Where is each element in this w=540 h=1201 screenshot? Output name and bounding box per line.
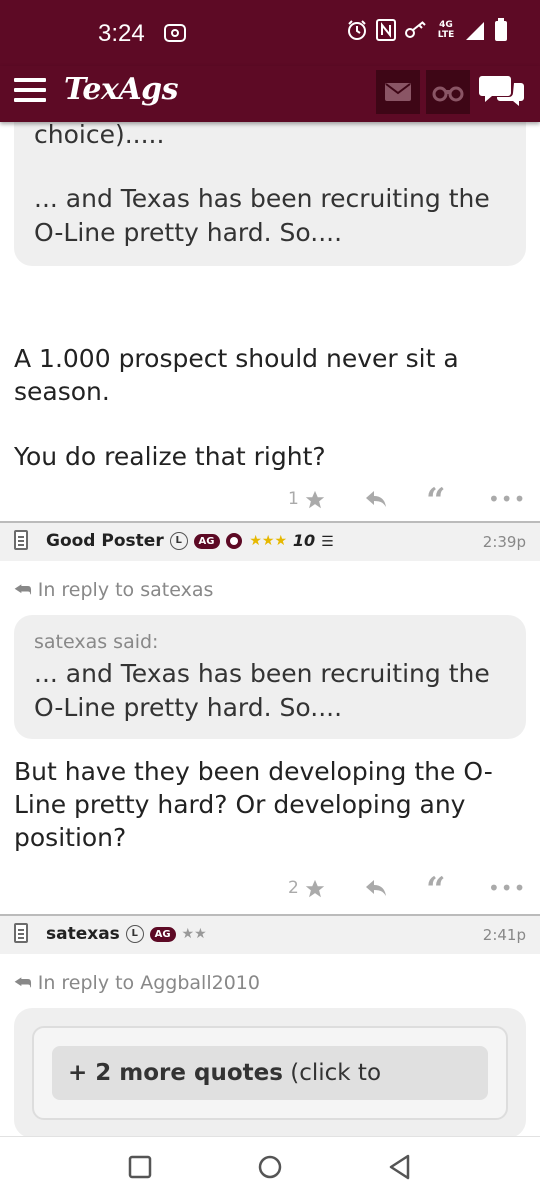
- post-actions: 2 “ •••: [0, 870, 540, 914]
- post-1: choice)..... ... and Texas has been recr…: [0, 122, 540, 525]
- more-quotes-button[interactable]: + 2 more quotes (click to: [52, 1046, 488, 1100]
- post-time: 2:41p: [482, 926, 526, 944]
- status-icons: 4G LTE: [346, 18, 508, 42]
- network-label: 4G LTE: [437, 20, 455, 40]
- notepad-icon: [14, 923, 28, 943]
- post-user-line: Good Poster L AG ★★★ 10 ☰: [46, 531, 334, 551]
- badge-ag: AG: [149, 926, 176, 942]
- nested-quote: + 2 more quotes (click to: [32, 1026, 508, 1120]
- binoculars-button[interactable]: [426, 70, 470, 114]
- in-reply-to[interactable]: ⮪ In reply to Aggball2010: [14, 972, 526, 994]
- nfc-icon: [376, 19, 396, 41]
- post-user-line: satexas L AG ★★: [46, 924, 207, 944]
- signal-icon: [466, 22, 484, 40]
- post-body: A 1.000 prospect should never sit a seas…: [14, 344, 459, 406]
- reply-icon[interactable]: [364, 489, 388, 509]
- post-2: Good Poster L AG ★★★ 10 ☰ 2:39p ⮪ In rep…: [0, 521, 540, 914]
- post-header: satexas L AG ★★ 2:41p: [0, 914, 540, 954]
- in-reply-to[interactable]: ⮪ In reply to satexas: [14, 579, 526, 601]
- menu-icon[interactable]: [14, 78, 46, 104]
- in-reply-label: In reply to satexas: [37, 579, 214, 601]
- quote-author: satexas said:: [34, 631, 159, 653]
- quote-block: satexas said: ... and Texas has been rec…: [14, 615, 526, 739]
- stars: ★★: [181, 926, 207, 942]
- status-bar: 3:24 4G LTE: [0, 0, 540, 66]
- back-icon[interactable]: [388, 1154, 412, 1180]
- reply-icon[interactable]: [364, 878, 388, 898]
- post-actions: 1 “ •••: [0, 481, 540, 525]
- chat-button[interactable]: [478, 70, 526, 114]
- binoculars-icon: [432, 86, 464, 102]
- screen-record-icon: [164, 24, 186, 42]
- more-quotes-rest: (click to: [282, 1060, 382, 1086]
- reply-arrow-icon: ⮪: [14, 579, 32, 601]
- username[interactable]: satexas: [46, 924, 120, 944]
- quote-block: choice)..... ... and Texas has been recr…: [14, 122, 526, 266]
- star-count: 1: [288, 489, 299, 509]
- key-icon: [405, 21, 426, 38]
- post-header: Good Poster L AG ★★★ 10 ☰ 2:39p: [0, 521, 540, 561]
- tenth-bars-icon: ☰: [321, 534, 334, 550]
- more-icon[interactable]: •••: [488, 487, 526, 511]
- quote-icon[interactable]: “: [426, 870, 446, 910]
- recents-icon[interactable]: [128, 1155, 152, 1179]
- android-nav-bar: [0, 1136, 540, 1201]
- site-logo[interactable]: TexAgs: [64, 72, 179, 107]
- chat-icon: [479, 76, 524, 106]
- mail-icon: [385, 83, 411, 101]
- quote-icon[interactable]: “: [426, 481, 446, 521]
- quote-text: ... and Texas has been recruiting the O-…: [34, 659, 490, 722]
- star-icon[interactable]: [304, 489, 326, 511]
- stars: ★★★: [249, 533, 287, 549]
- home-icon[interactable]: [257, 1154, 283, 1180]
- post-body: But have they been developing the O-Line…: [14, 757, 493, 852]
- post-time: 2:39p: [482, 533, 526, 551]
- badge-ag: AG: [193, 533, 220, 549]
- reply-arrow-icon: ⮪: [14, 972, 32, 994]
- tenth-label: 10: [292, 531, 316, 550]
- more-quotes-bold: + 2 more quotes: [68, 1060, 283, 1086]
- star-icon[interactable]: [304, 878, 326, 900]
- status-time: 3:24: [98, 20, 145, 47]
- badge-l: L: [169, 532, 188, 550]
- badge-l: L: [125, 925, 144, 943]
- notepad-icon: [14, 530, 28, 550]
- more-icon[interactable]: •••: [488, 876, 526, 900]
- username[interactable]: Good Poster: [46, 531, 164, 551]
- mail-button[interactable]: [376, 70, 420, 114]
- navbar: TexAgs: [0, 66, 540, 122]
- texas-am-seal-icon: [226, 533, 243, 549]
- battery-icon: [495, 18, 507, 41]
- thread-content: choice)..... ... and Texas has been recr…: [0, 122, 540, 1136]
- post-3: satexas L AG ★★ 2:41p ⮪ In reply to Aggb…: [0, 914, 540, 1136]
- quote-text: ... and Texas has been recruiting the O-…: [34, 184, 490, 247]
- quote-text: choice).....: [34, 122, 165, 149]
- in-reply-label: In reply to Aggball2010: [37, 972, 260, 994]
- post-body: You do realize that right?: [14, 442, 326, 471]
- alarm-icon: [348, 20, 366, 40]
- star-count: 2: [288, 878, 299, 898]
- quote-block: + 2 more quotes (click to: [14, 1008, 526, 1136]
